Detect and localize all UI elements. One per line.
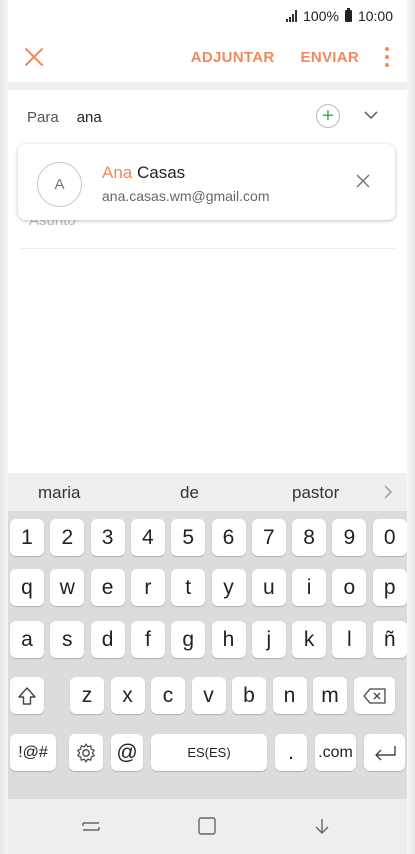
- suggestion-name-match: Ana: [102, 163, 133, 182]
- space-key[interactable]: ES(ES): [151, 734, 267, 771]
- edge-panel-handle[interactable]: [408, 240, 412, 410]
- key-row_q-3[interactable]: r: [130, 569, 165, 606]
- prediction-3[interactable]: pastor: [292, 483, 339, 503]
- back-icon[interactable]: [311, 815, 333, 837]
- to-row: Para ana +: [8, 95, 407, 139]
- key-row_a-2[interactable]: d: [90, 621, 125, 658]
- chevron-right-icon[interactable]: [383, 485, 393, 499]
- suggestion-email: ana.casas.wm@gmail.com: [102, 188, 270, 204]
- key-row_numbers-1[interactable]: 2: [50, 519, 85, 556]
- key-row_z-3[interactable]: v: [191, 677, 226, 714]
- key-row_numbers-0[interactable]: 1: [10, 519, 44, 556]
- key-row_numbers-9[interactable]: 0: [372, 519, 407, 556]
- key-row_z-6[interactable]: m: [313, 677, 347, 714]
- battery-icon: [344, 8, 352, 22]
- key-row_q-5[interactable]: y: [211, 569, 246, 606]
- period-key[interactable]: .: [275, 734, 307, 771]
- enter-key[interactable]: [364, 734, 405, 771]
- key-row_q-4[interactable]: t: [171, 569, 206, 606]
- gear-icon: [77, 742, 95, 763]
- recent-apps-icon[interactable]: [80, 815, 102, 837]
- screen: 100% 10:00 ADJUNTAR ENVIAR Para ana + As…: [0, 0, 415, 854]
- chevron-down-icon[interactable]: [363, 107, 379, 123]
- key-row_numbers-5[interactable]: 6: [211, 519, 246, 556]
- letter-row-a: asdfghjklñ: [8, 621, 407, 659]
- key-row_q-0[interactable]: q: [10, 569, 44, 606]
- to-label: Para: [27, 108, 59, 126]
- key-row_numbers-3[interactable]: 4: [130, 519, 165, 556]
- key-row_numbers-8[interactable]: 9: [332, 519, 367, 556]
- key-row_q-2[interactable]: e: [90, 569, 125, 606]
- key-row_a-1[interactable]: s: [50, 621, 85, 658]
- suggestion-name: Ana Casas: [102, 163, 185, 183]
- suggestion-name-rest: Casas: [132, 163, 186, 182]
- key-row_q-8[interactable]: o: [332, 569, 367, 606]
- at-key[interactable]: @: [111, 734, 143, 771]
- send-button[interactable]: ENVIAR: [301, 49, 359, 66]
- key-row_a-6[interactable]: j: [251, 621, 286, 658]
- prediction-bar: maria de pastor: [8, 473, 407, 511]
- close-icon[interactable]: [22, 45, 46, 69]
- clock: 10:00: [357, 8, 393, 24]
- key-row_a-0[interactable]: a: [10, 621, 44, 658]
- subject-divider: [20, 248, 395, 249]
- key-row_numbers-7[interactable]: 8: [292, 519, 327, 556]
- key-row_a-9[interactable]: ñ: [372, 621, 407, 658]
- key-row_z-2[interactable]: c: [151, 677, 185, 714]
- enter-icon: [374, 745, 396, 760]
- prediction-2[interactable]: de: [180, 483, 199, 503]
- signal-icon: [286, 10, 298, 22]
- compose-toolbar: ADJUNTAR ENVIAR: [8, 32, 407, 82]
- number-row: 1234567890: [8, 519, 407, 557]
- attach-button[interactable]: ADJUNTAR: [191, 49, 275, 66]
- key-row_q-6[interactable]: u: [251, 569, 286, 606]
- add-contact-icon[interactable]: +: [316, 104, 340, 128]
- key-row_numbers-6[interactable]: 7: [251, 519, 286, 556]
- key-row_z-4[interactable]: b: [232, 677, 266, 714]
- key-row_a-4[interactable]: g: [171, 621, 206, 658]
- key-row_q-1[interactable]: w: [50, 569, 85, 606]
- toolbar-divider: [8, 82, 407, 90]
- home-icon[interactable]: [196, 815, 218, 837]
- bottom-row: !@# @ ES(ES) . .com: [8, 734, 407, 772]
- status-bar: 100% 10:00: [0, 0, 415, 32]
- backspace-key[interactable]: [354, 677, 395, 714]
- dismiss-suggestion-icon[interactable]: [356, 174, 370, 188]
- settings-key[interactable]: [69, 734, 103, 771]
- more-vert-icon[interactable]: [385, 47, 389, 67]
- key-row_numbers-2[interactable]: 3: [90, 519, 125, 556]
- key-row_numbers-4[interactable]: 5: [171, 519, 206, 556]
- key-row_q-7[interactable]: i: [292, 569, 327, 606]
- dotcom-key[interactable]: .com: [315, 734, 356, 771]
- key-row_a-3[interactable]: f: [130, 621, 165, 658]
- key-row_z-0[interactable]: z: [70, 677, 104, 714]
- shift-icon: [18, 686, 36, 705]
- navigation-bar: [8, 799, 407, 854]
- shift-key[interactable]: [10, 677, 44, 714]
- key-row_z-1[interactable]: x: [110, 677, 145, 714]
- contact-suggestion[interactable]: A Ana Casas ana.casas.wm@gmail.com: [18, 144, 395, 220]
- letter-row-q: qwertyuiop: [8, 569, 407, 607]
- battery-percent: 100%: [303, 8, 339, 24]
- symbols-key[interactable]: !@#: [10, 734, 56, 771]
- avatar: A: [37, 162, 82, 207]
- letter-row-z: zxcvbnm: [8, 677, 407, 715]
- key-row_z-5[interactable]: n: [272, 677, 307, 714]
- key-row_q-9[interactable]: p: [372, 569, 407, 606]
- key-row_a-8[interactable]: l: [332, 621, 367, 658]
- key-row_a-7[interactable]: k: [292, 621, 327, 658]
- to-input[interactable]: ana: [77, 109, 102, 126]
- keyboard: maria de pastor 1234567890 qwertyuiop as…: [8, 473, 407, 799]
- key-row_a-5[interactable]: h: [211, 621, 246, 658]
- backspace-icon: [362, 687, 386, 704]
- prediction-1[interactable]: maria: [38, 483, 81, 503]
